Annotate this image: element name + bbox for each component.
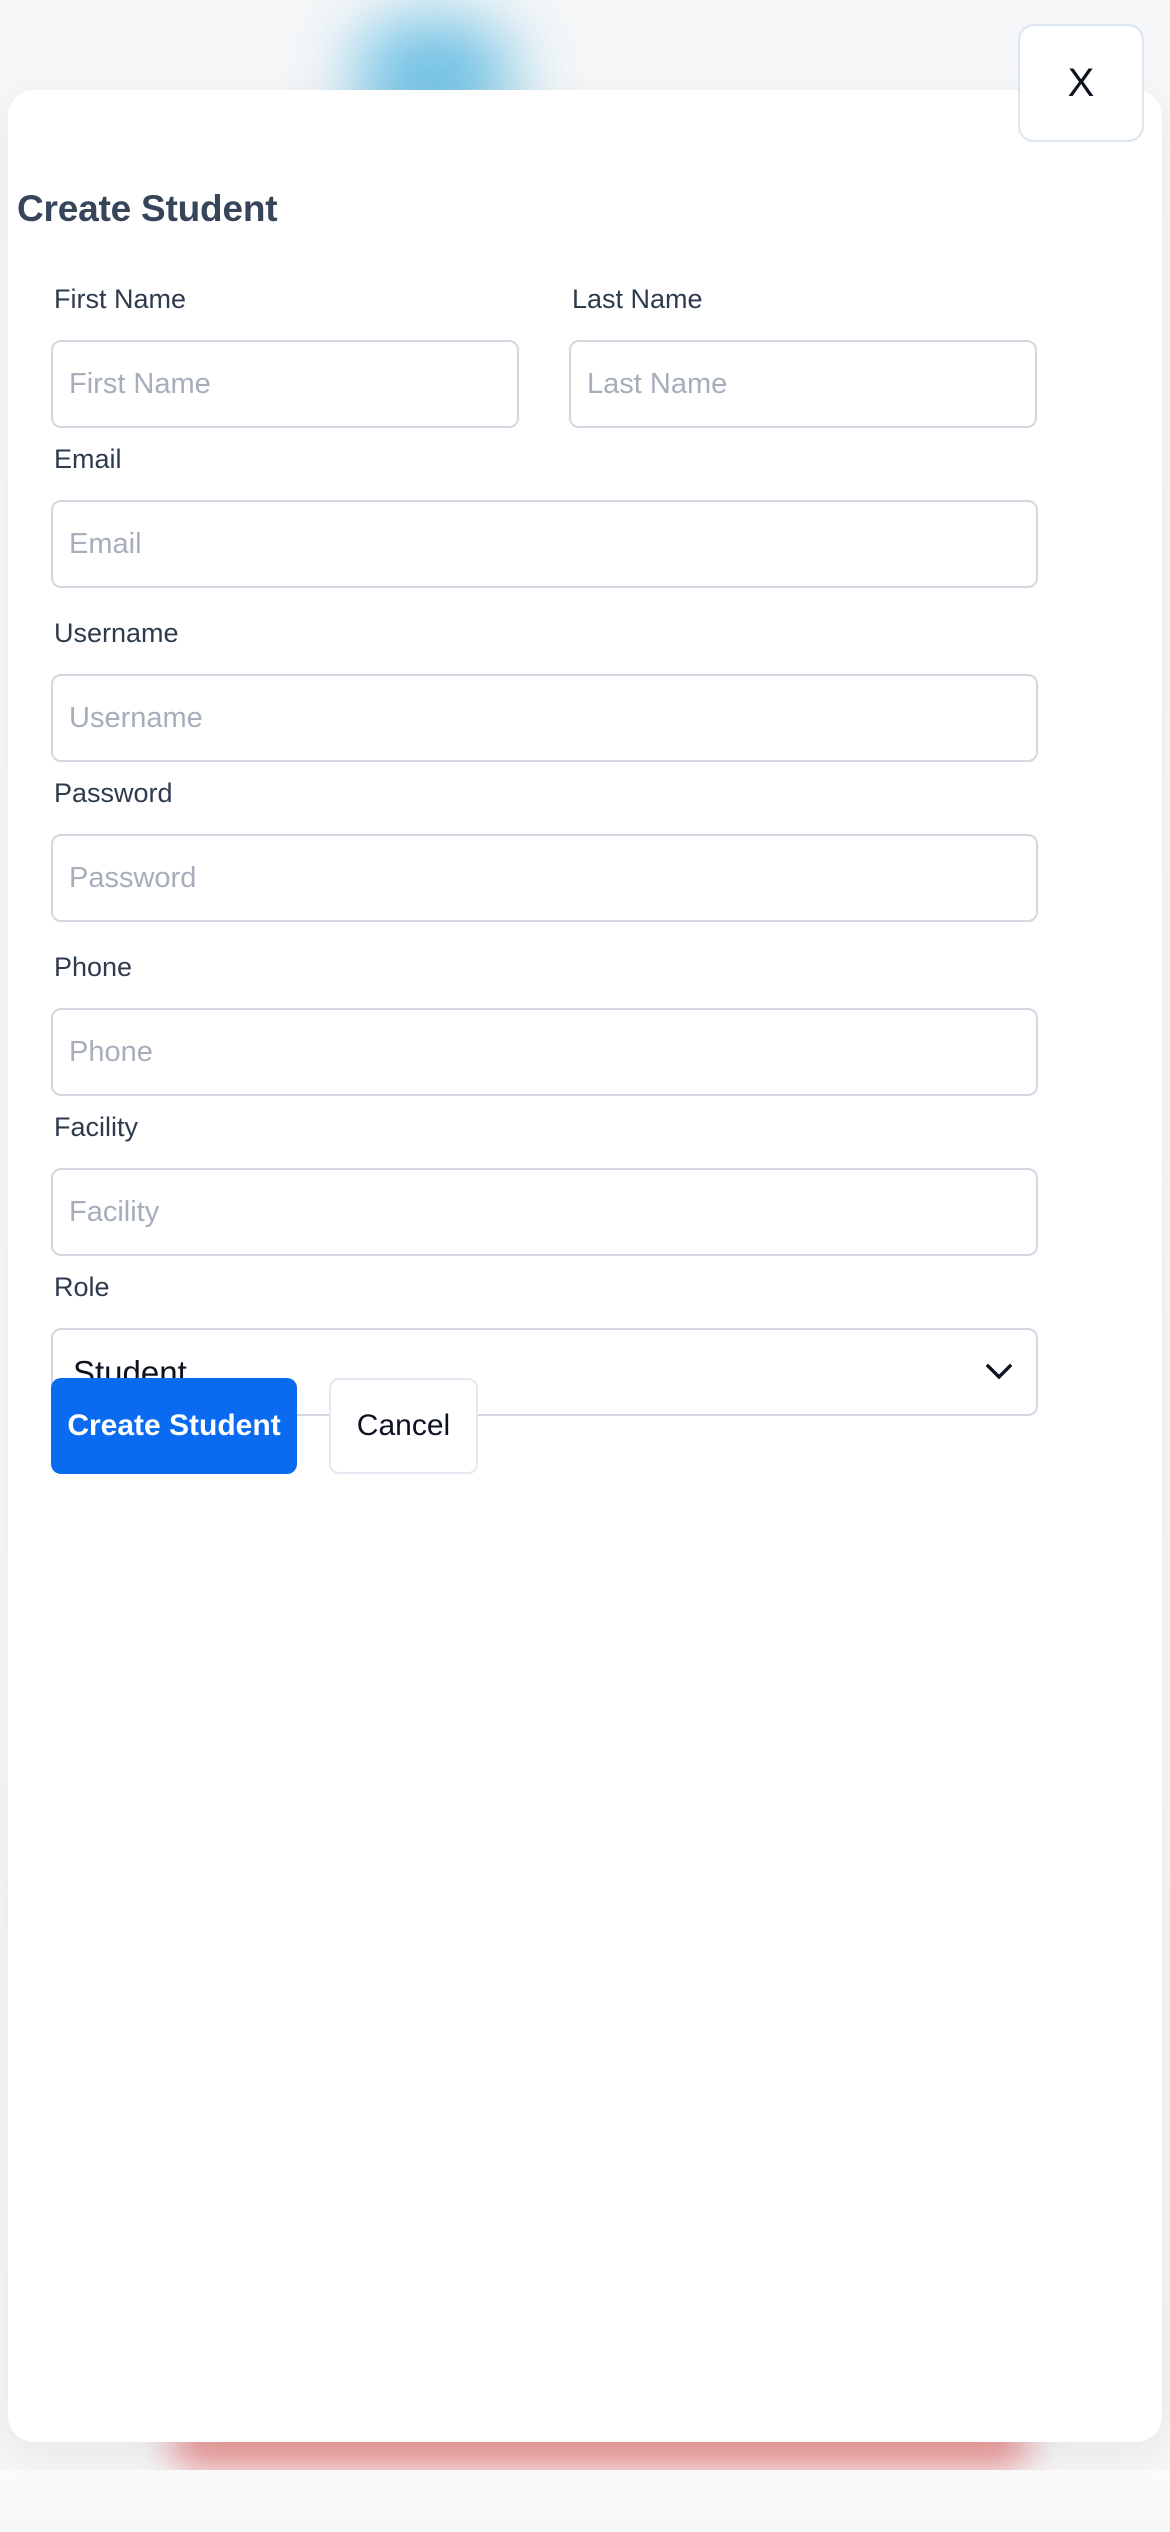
create-student-button[interactable]: Create Student	[51, 1378, 297, 1474]
first-name-input[interactable]	[51, 340, 519, 428]
modal-body: Create Student First Name Last Name Emai…	[8, 90, 1162, 2442]
label-email: Email	[54, 444, 122, 474]
label-username: Username	[54, 618, 179, 648]
close-icon: X	[1067, 61, 1095, 105]
phone-input[interactable]	[51, 1008, 1038, 1096]
label-role: Role	[54, 1272, 110, 1302]
input-wrap-password	[51, 834, 1038, 922]
page-title: Create Student	[17, 188, 278, 229]
input-wrap-email	[51, 500, 1038, 588]
input-wrap-facility	[51, 1168, 1038, 1256]
input-wrap-first-name	[51, 340, 519, 428]
label-facility: Facility	[54, 1112, 139, 1142]
label-password: Password	[54, 778, 173, 808]
close-modal-button[interactable]: X	[1018, 24, 1144, 142]
label-last-name: Last Name	[572, 284, 703, 314]
page-bottom-sheen	[0, 2470, 1170, 2532]
label-first-name: First Name	[54, 284, 187, 314]
create-student-modal: Create Student First Name Last Name Emai…	[8, 90, 1162, 2442]
facility-input[interactable]	[51, 1168, 1038, 1256]
label-phone: Phone	[54, 952, 133, 982]
input-wrap-username	[51, 674, 1038, 762]
input-wrap-last-name	[569, 340, 1037, 428]
username-input[interactable]	[51, 674, 1038, 762]
last-name-input[interactable]	[569, 340, 1037, 428]
input-wrap-phone	[51, 1008, 1038, 1096]
cancel-button[interactable]: Cancel	[329, 1378, 478, 1474]
modal-action-row: Create Student Cancel	[51, 1378, 1038, 1474]
password-input[interactable]	[51, 834, 1038, 922]
email-input[interactable]	[51, 500, 1038, 588]
